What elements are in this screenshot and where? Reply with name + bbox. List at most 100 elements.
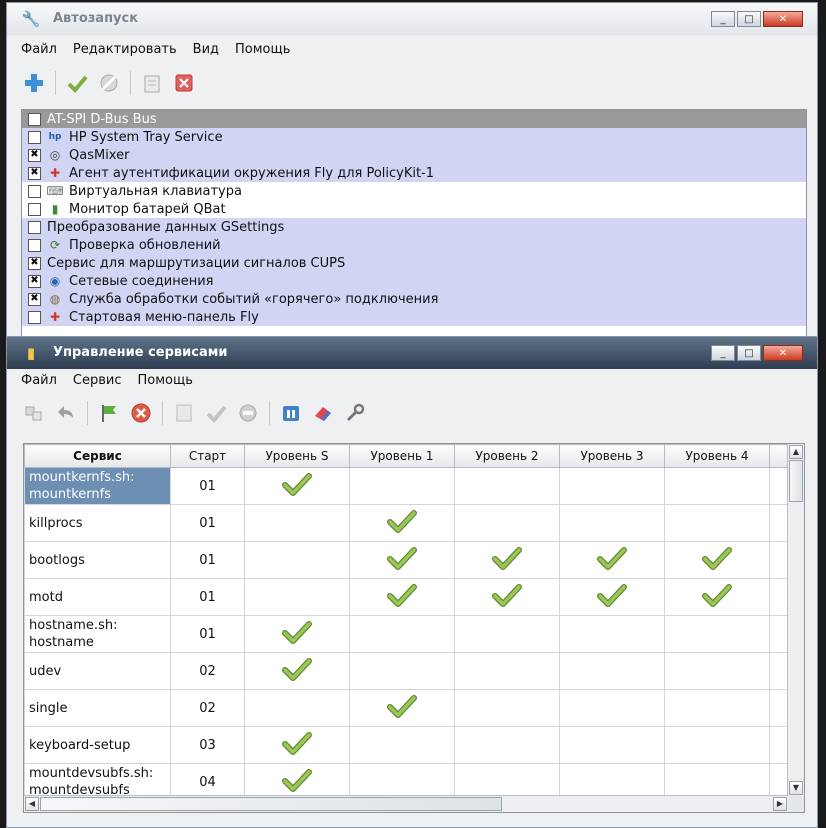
start-order-cell[interactable]: 01	[170, 615, 245, 653]
runlevel-cell[interactable]	[349, 652, 455, 690]
title-bar[interactable]: ▮ Управление сервисами _ □ ✕	[7, 337, 817, 369]
runlevel-cell[interactable]	[454, 467, 560, 505]
enable-checkbox[interactable]: ✖	[28, 166, 41, 180]
services-icon[interactable]	[21, 400, 47, 426]
menu-service[interactable]: Сервис	[73, 373, 122, 388]
enable-checkbox[interactable]: ✖	[28, 292, 41, 306]
column-header[interactable]: Уровень 2	[454, 444, 560, 468]
enable-icon[interactable]	[203, 400, 229, 426]
enable-checkbox[interactable]: ✖	[28, 256, 41, 270]
runlevel-cell[interactable]	[664, 504, 770, 542]
start-order-cell[interactable]: 02	[170, 689, 245, 727]
runlevel-cell[interactable]	[454, 615, 560, 653]
table-row[interactable]: keyboard-setup 03	[24, 726, 800, 764]
service-name-cell[interactable]: mountkernfs.sh: mountkernfs	[24, 467, 171, 505]
delete-icon[interactable]	[171, 70, 197, 96]
runlevel-cell[interactable]	[244, 726, 350, 764]
blank-icon[interactable]	[171, 400, 197, 426]
runlevel-cell[interactable]	[559, 689, 665, 727]
horizontal-scrollbar[interactable]: ◀ ▶	[24, 795, 788, 812]
scroll-up-button[interactable]: ▲	[789, 445, 803, 459]
title-bar[interactable]: 🔧 Автозапуск _ □ ✕	[7, 3, 817, 35]
autostart-list-item[interactable]: ✖ ◍ Служба обработки событий «горячего» по…	[22, 290, 806, 308]
service-name-cell[interactable]: keyboard-setup	[24, 726, 171, 764]
runlevel-cell[interactable]	[559, 652, 665, 690]
runlevel-cell[interactable]	[664, 726, 770, 764]
runlevel-cell[interactable]	[244, 541, 350, 579]
column-header[interactable]: Сервис	[24, 444, 171, 468]
close-button[interactable]: ✕	[763, 11, 803, 27]
enable-checkbox[interactable]	[28, 220, 41, 234]
menu-edit[interactable]: Редактировать	[73, 42, 177, 57]
runlevel-cell[interactable]	[349, 578, 455, 616]
enable-checkbox[interactable]	[28, 238, 41, 252]
runlevel-cell[interactable]	[664, 689, 770, 727]
horizontal-scroll-thumb[interactable]	[40, 797, 502, 811]
scroll-right-button[interactable]: ▶	[773, 797, 787, 811]
autostart-list-item[interactable]: hp HP System Tray Service	[22, 128, 806, 146]
start-order-cell[interactable]: 02	[170, 652, 245, 690]
maximize-button[interactable]: □	[737, 345, 761, 361]
table-row[interactable]: killprocs 01	[24, 504, 800, 542]
service-name-cell[interactable]: udev	[24, 652, 171, 690]
start-order-cell[interactable]: 01	[170, 541, 245, 579]
runlevel-cell[interactable]	[349, 689, 455, 727]
enable-checkbox[interactable]	[28, 130, 41, 144]
enable-checkbox[interactable]: ✖	[28, 274, 41, 288]
flag-icon[interactable]	[96, 400, 122, 426]
runlevel-cell[interactable]	[559, 615, 665, 653]
vertical-scroll-thumb[interactable]	[789, 460, 803, 502]
scroll-left-button[interactable]: ◀	[25, 797, 39, 811]
runlevel-cell[interactable]	[454, 726, 560, 764]
runlevel-cell[interactable]	[664, 578, 770, 616]
edit-icon[interactable]	[139, 70, 165, 96]
runlevel-cell[interactable]	[244, 578, 350, 616]
service-name-cell[interactable]: bootlogs	[24, 541, 171, 579]
runlevel-cell[interactable]	[454, 652, 560, 690]
vertical-scrollbar[interactable]: ▲ ▼	[787, 444, 804, 796]
autostart-list-item[interactable]: ✖ Сервис для маршрутизации сигналов CUPS	[22, 254, 806, 272]
table-row[interactable]: udev 02	[24, 652, 800, 690]
service-name-cell[interactable]: killprocs	[24, 504, 171, 542]
autostart-list-item[interactable]: ✖ ◉ Сетевые соединения	[22, 272, 806, 290]
autostart-list-item[interactable]: ✖ ◎ QasMixer	[22, 146, 806, 164]
runlevel-cell[interactable]	[244, 504, 350, 542]
disable-icon[interactable]	[96, 70, 122, 96]
column-header[interactable]: Уровень 1	[349, 444, 455, 468]
runlevel-cell[interactable]	[454, 541, 560, 579]
column-header[interactable]: Уровень 4	[664, 444, 770, 468]
service-name-cell[interactable]: motd	[24, 578, 171, 616]
runlevel-cell[interactable]	[349, 504, 455, 542]
runlevel-cell[interactable]	[244, 467, 350, 505]
autostart-list-item[interactable]: ✖ ✚ Агент аутентификации окружения Fly для…	[22, 164, 806, 182]
menu-help[interactable]: Помощь	[138, 373, 193, 388]
start-order-cell[interactable]: 03	[170, 726, 245, 764]
enable-checkbox[interactable]	[28, 112, 41, 126]
undo-icon[interactable]	[53, 400, 79, 426]
enable-checkbox[interactable]	[28, 310, 41, 324]
enable-checkbox[interactable]	[28, 202, 41, 216]
minimize-button[interactable]: _	[711, 345, 735, 361]
enable-checkbox[interactable]	[28, 184, 41, 198]
runlevel-cell[interactable]	[349, 541, 455, 579]
runlevel-cell[interactable]	[454, 689, 560, 727]
runlevel-cell[interactable]	[349, 467, 455, 505]
table-row[interactable]: mountkernfs.sh: mountkernfs 01	[24, 467, 800, 505]
autostart-list-item[interactable]: AT-SPI D-Bus Bus	[22, 110, 806, 128]
runlevel-icon[interactable]	[278, 400, 304, 426]
autostart-list-item[interactable]: Преобразование данных GSettings	[22, 218, 806, 236]
runlevel-cell[interactable]	[664, 541, 770, 579]
table-row[interactable]: bootlogs 01	[24, 541, 800, 579]
runlevel-cell[interactable]	[559, 726, 665, 764]
minimize-button[interactable]: _	[711, 11, 735, 27]
disable-icon[interactable]	[235, 400, 261, 426]
autostart-list-item[interactable]: ⌨ Виртуальная клавиатура	[22, 182, 806, 200]
runlevel-cell[interactable]	[559, 504, 665, 542]
scroll-down-button[interactable]: ▼	[789, 781, 803, 795]
start-order-cell[interactable]: 01	[170, 467, 245, 505]
autostart-list-item[interactable]: ⟳ Проверка обновлений	[22, 236, 806, 254]
runlevel-cell[interactable]	[244, 689, 350, 727]
enable-icon[interactable]	[64, 70, 90, 96]
runlevel-cell[interactable]	[349, 726, 455, 764]
runlevel-cell[interactable]	[559, 578, 665, 616]
